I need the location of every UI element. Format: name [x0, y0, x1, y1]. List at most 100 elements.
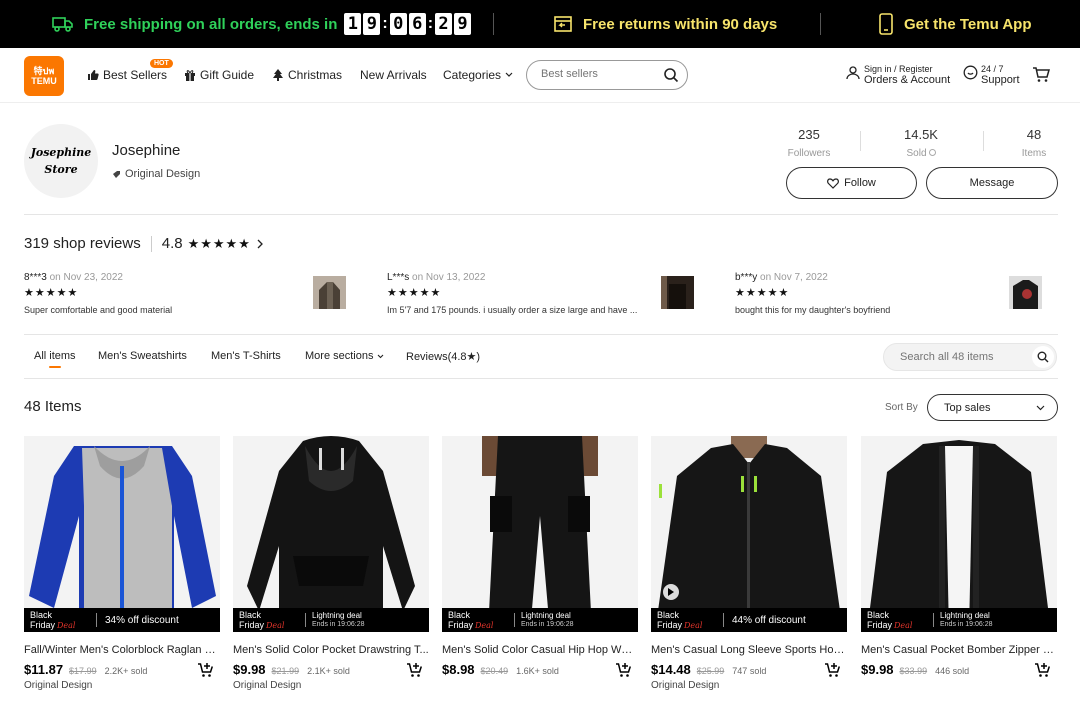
- info-icon[interactable]: [928, 149, 936, 156]
- tab-all-items[interactable]: All items: [34, 350, 76, 362]
- timer-digit: 9: [454, 13, 472, 35]
- add-to-cart-icon[interactable]: [615, 662, 632, 683]
- original-price: $17.99: [69, 666, 97, 676]
- tab-mens-tshirts[interactable]: Men's T-Shirts: [211, 350, 281, 362]
- review-photo[interactable]: [1009, 276, 1042, 309]
- chevron-down-icon: [377, 354, 384, 359]
- heart-icon: [827, 177, 840, 189]
- get-app-banner[interactable]: Get the Temu App: [878, 13, 1032, 35]
- store-name: Josephine: [112, 142, 181, 159]
- product-title[interactable]: Men's Solid Color Casual Hip Hop Work...: [442, 644, 638, 656]
- deal-banner: Black Friday Deal 34% off discount: [24, 608, 220, 632]
- product-tag: Original Design: [651, 680, 720, 691]
- nav-best-sellers[interactable]: Best Sellers: [87, 68, 167, 82]
- add-to-cart-icon[interactable]: [824, 662, 841, 683]
- message-button[interactable]: Message: [926, 167, 1058, 199]
- app-text: Get the Temu App: [904, 15, 1032, 33]
- tab-more-sections[interactable]: More sections: [305, 350, 384, 362]
- nav-christmas[interactable]: Christmas: [272, 68, 342, 82]
- search-icon[interactable]: [663, 67, 679, 88]
- promo-bar: Free shipping on all orders, ends in 1 9…: [0, 0, 1080, 48]
- sold-count: 2.2K+ sold: [104, 666, 148, 676]
- stat-label: Sold: [893, 148, 949, 159]
- tab-reviews[interactable]: Reviews(4.8★): [406, 350, 480, 363]
- search-icon[interactable]: [1032, 346, 1054, 368]
- message-label: Message: [969, 177, 1015, 189]
- items-count-title: 48 Items: [24, 398, 82, 415]
- nav-label: Best Sellers: [103, 68, 168, 82]
- review-card[interactable]: L***s on Nov 13, 2022 ★★★★★ Im 5'7 and 1…: [387, 272, 649, 315]
- product-card[interactable]: Black Friday Deal Lightning deal Ends in …: [442, 436, 638, 698]
- add-to-cart-icon[interactable]: [1034, 662, 1051, 683]
- review-stars: ★★★★★: [735, 287, 790, 299]
- review-text: Im 5'7 and 175 pounds. i usually order a…: [387, 305, 638, 315]
- timer-digit: 6: [408, 13, 426, 35]
- timer-digit: 0: [389, 13, 407, 35]
- sold-count: 747 sold: [732, 666, 767, 676]
- product-image[interactable]: [651, 436, 847, 632]
- deal-banner: Black Friday Deal Lightning deal Ends in …: [442, 608, 638, 632]
- review-date: on Nov 13, 2022: [412, 272, 486, 283]
- return-box-icon: [553, 15, 573, 33]
- avatar-line: Josephine: [30, 146, 92, 159]
- free-shipping-banner[interactable]: Free shipping on all orders, ends in 1 9…: [52, 13, 472, 35]
- nav-new-arrivals[interactable]: New Arrivals: [360, 68, 427, 82]
- support-menu[interactable]: 24 / 7 Support: [963, 64, 1020, 86]
- shipping-text: Free shipping on all orders, ends in: [84, 15, 338, 33]
- product-card[interactable]: Black Friday Deal Lightning deal Ends in …: [861, 436, 1057, 698]
- review-stars: ★★★★★: [24, 287, 79, 299]
- timer-digit: 1: [344, 13, 362, 35]
- chat-support-icon: [963, 65, 978, 85]
- countdown-timer: 1 9 : 0 6 : 2 9: [343, 13, 472, 35]
- nav-gift-guide[interactable]: Gift Guide: [184, 68, 254, 82]
- stat-items: 48 Items: [1014, 127, 1054, 159]
- sold-count: 2.1K+ sold: [307, 666, 350, 676]
- original-price: $33.99: [899, 666, 928, 676]
- follow-label: Follow: [844, 177, 876, 189]
- product-image[interactable]: [861, 436, 1057, 632]
- product-card[interactable]: Black Friday Deal 34% off discount Fall/W…: [24, 436, 220, 698]
- product-title[interactable]: Men's Casual Long Sleeve Sports Hood...: [651, 644, 847, 656]
- product-card[interactable]: Black Friday Deal Lightning deal Ends in …: [233, 436, 429, 698]
- product-image[interactable]: [233, 436, 429, 632]
- tab-mens-sweatshirts[interactable]: Men's Sweatshirts: [98, 350, 187, 362]
- sort-select[interactable]: Top sales: [927, 394, 1058, 421]
- tag-icon: [112, 170, 121, 179]
- product-price: $9.98: [861, 662, 894, 677]
- product-tag: Original Design: [233, 680, 302, 691]
- product-image[interactable]: [24, 436, 220, 632]
- shop-reviews-header[interactable]: 319 shop reviews 4.8 ★★★★★: [24, 235, 263, 252]
- rating-stars: ★★★★★: [187, 235, 251, 251]
- add-to-cart-icon[interactable]: [406, 662, 423, 683]
- nav-label: New Arrivals: [360, 68, 427, 82]
- product-image[interactable]: [442, 436, 638, 632]
- product-title[interactable]: Men's Solid Color Pocket Drawstring T...: [233, 644, 429, 656]
- cart-icon[interactable]: [1032, 67, 1050, 88]
- search-input[interactable]: [541, 68, 661, 80]
- review-date: on Nov 7, 2022: [760, 272, 828, 283]
- deal-banner: Black Friday Deal 44% off discount: [651, 608, 847, 632]
- nav-categories[interactable]: Categories: [443, 68, 513, 82]
- chevron-right-icon: [257, 239, 263, 249]
- temu-logo[interactable]: 特ปพ TEMU: [24, 56, 64, 96]
- review-photo[interactable]: [661, 276, 694, 309]
- store-search-input[interactable]: [900, 351, 1030, 363]
- review-photo[interactable]: [313, 276, 346, 309]
- divider: [24, 334, 1058, 335]
- deal-countdown: Ends in 19:06:28: [312, 621, 365, 628]
- returns-text: Free returns within 90 days: [583, 15, 778, 33]
- account-menu[interactable]: Sign in / Register Orders & Account: [846, 64, 950, 86]
- add-to-cart-icon[interactable]: [197, 662, 214, 683]
- site-search: [526, 60, 688, 90]
- follow-button[interactable]: Follow: [786, 167, 917, 199]
- product-title[interactable]: Men's Casual Pocket Bomber Zipper Ja...: [861, 644, 1057, 656]
- deal-countdown: Ends in 19:06:28: [940, 621, 993, 628]
- product-price: $8.98: [442, 662, 475, 677]
- review-card[interactable]: b***y on Nov 7, 2022 ★★★★★ bought this f…: [735, 272, 1055, 315]
- stat-value: 235: [798, 127, 820, 142]
- free-returns-banner[interactable]: Free returns within 90 days: [553, 15, 777, 33]
- product-tag: Original Design: [24, 680, 93, 691]
- product-card[interactable]: Black Friday Deal 44% off discount Men's …: [651, 436, 847, 698]
- review-card[interactable]: 8***3 on Nov 23, 2022 ★★★★★ Super comfor…: [24, 272, 344, 315]
- product-title[interactable]: Fall/Winter Men's Colorblock Raglan Sl..…: [24, 644, 220, 656]
